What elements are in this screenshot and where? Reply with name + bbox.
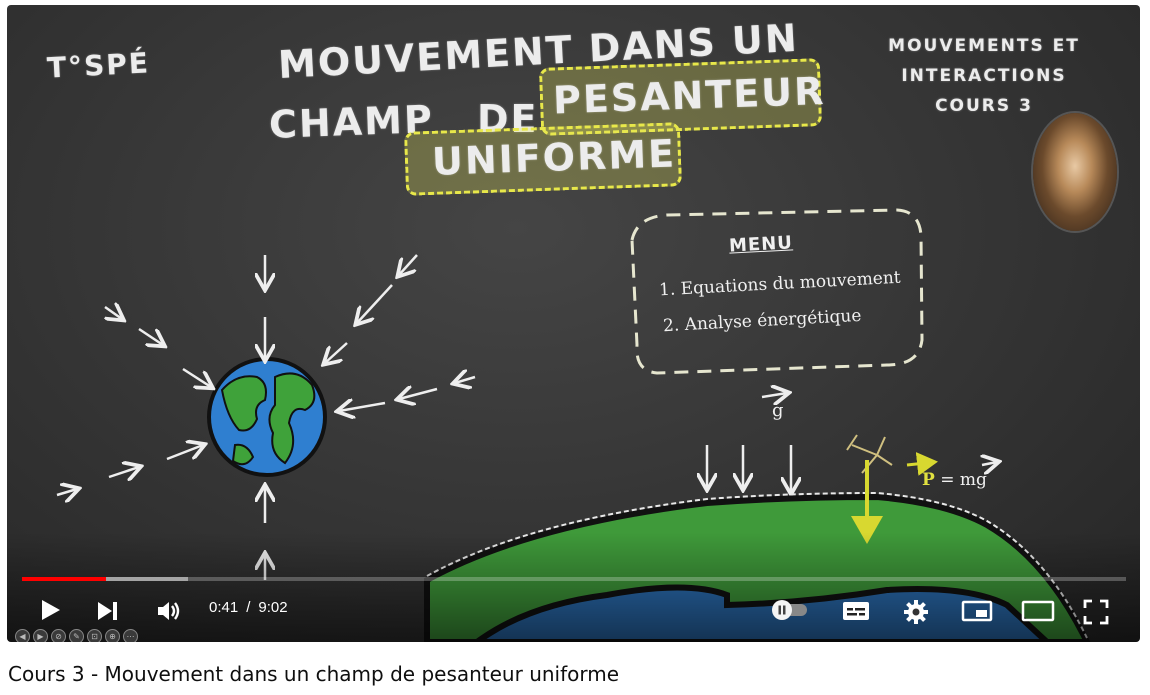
- title-highlight-uniforme: UNIFORME: [403, 122, 683, 196]
- chapter-line: INTERACTIONS: [901, 66, 1067, 86]
- mini-tool-button[interactable]: ▶: [33, 629, 48, 642]
- progress-played: [22, 577, 106, 581]
- miniplayer-icon[interactable]: [961, 599, 993, 623]
- title-highlight-text: PESANTEUR: [552, 68, 827, 123]
- mini-tool-button[interactable]: ✎: [69, 629, 84, 642]
- video-title: Cours 3 - Mouvement dans un champ de pes…: [8, 662, 620, 686]
- fullscreen-icon[interactable]: [1083, 599, 1109, 625]
- title-highlight-text: UNIFORME: [431, 131, 677, 184]
- weight-symbol: P: [922, 470, 935, 490]
- mini-tool-button[interactable]: ⋯: [123, 629, 138, 642]
- weight-formula-rest: = mg: [940, 470, 987, 490]
- next-icon[interactable]: [95, 599, 121, 623]
- volume-icon[interactable]: [155, 598, 183, 624]
- menu-item: 2. Analyse énergétique: [662, 305, 862, 337]
- theater-mode-icon[interactable]: [1021, 600, 1055, 622]
- progress-bar[interactable]: [22, 577, 1126, 581]
- level-label: T°SPÉ: [46, 46, 151, 85]
- video-player[interactable]: T°SPÉ MOUVEMENT DANS UN CHAMP DE PESANTE…: [7, 5, 1140, 642]
- subtitles-icon[interactable]: [841, 599, 871, 623]
- time-display: 0:41 / 9:02: [205, 599, 292, 616]
- mini-tool-button[interactable]: ⊡: [87, 629, 102, 642]
- menu-item: 1. Equations du mouvement: [658, 267, 902, 301]
- chapter-label: MOUVEMENTS ET INTERACTIONS COURS 3: [884, 31, 1084, 121]
- play-icon[interactable]: [37, 597, 63, 623]
- chapter-line: MOUVEMENTS ET: [888, 36, 1080, 56]
- current-time: 0:41: [209, 599, 239, 616]
- time-separator: /: [246, 599, 251, 616]
- menu-title: MENU: [728, 232, 794, 257]
- slide-menu: MENU 1. Equations du mouvement 2. Analys…: [629, 212, 924, 372]
- title-highlight-pesanteur: PESANTEUR: [538, 58, 826, 136]
- chapter-line: COURS 3: [935, 96, 1033, 116]
- mini-tool-button[interactable]: ⊕: [105, 629, 120, 642]
- earth-globe: [207, 357, 327, 477]
- autoplay-toggle-icon[interactable]: [769, 599, 811, 621]
- falling-object: [846, 434, 893, 474]
- mini-tool-button[interactable]: ⊘: [51, 629, 66, 642]
- weight-vector-small: [906, 451, 938, 476]
- weight-formula: P = mg: [922, 470, 987, 490]
- slide-mini-toolbar: ◀ ▶ ⊘ ✎ ⊡ ⊕ ⋯: [15, 629, 138, 642]
- newton-portrait: [1033, 113, 1117, 231]
- duration: 9:02: [258, 599, 288, 616]
- settings-gear-icon[interactable]: [902, 598, 930, 626]
- mini-tool-button[interactable]: ◀: [15, 629, 30, 642]
- g-vector-label: g: [772, 400, 784, 421]
